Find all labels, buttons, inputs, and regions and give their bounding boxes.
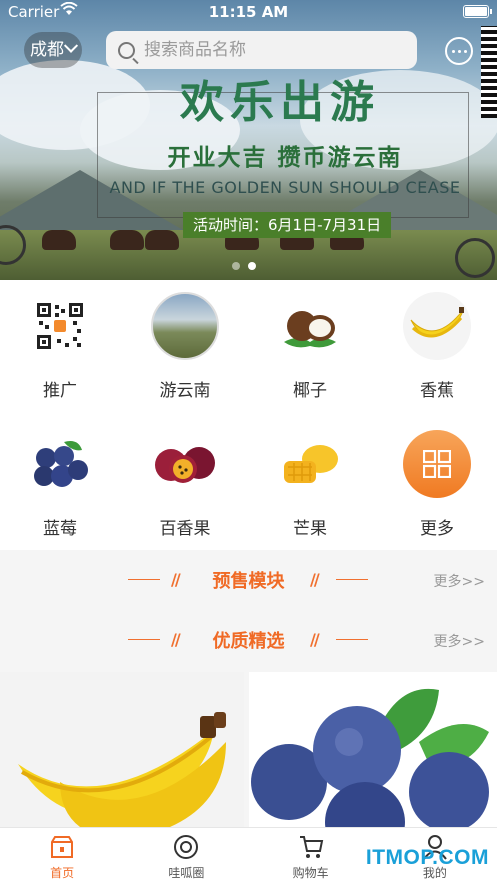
tab-label: 哇呱圈 xyxy=(168,866,205,880)
category-label: 推广 xyxy=(43,381,77,401)
banner-date-badge: 活动时间：6月1日-7月31日 xyxy=(183,212,392,238)
bicycle-wheel xyxy=(455,238,495,278)
message-icon[interactable] xyxy=(445,37,473,65)
section-title: 优质精选 xyxy=(212,631,285,652)
section-title: 预售模块 xyxy=(212,571,285,592)
yak xyxy=(110,230,144,250)
more-link[interactable]: 更多>> xyxy=(434,571,485,591)
app-screen: 欢乐出游 开业大吉 攒币游云南 AND IF THE GOLDEN SUN SH… xyxy=(0,0,497,883)
slash-decoration: // xyxy=(310,570,320,589)
circle-icon xyxy=(173,834,199,860)
section-featured: // 优质精选 // 更多>> xyxy=(0,610,497,670)
more-link[interactable]: 更多>> xyxy=(434,631,485,651)
search-input[interactable] xyxy=(144,40,404,60)
product-card-banana[interactable] xyxy=(0,672,244,827)
watermark-text: ITMOP.COM xyxy=(365,846,489,869)
section-presale: // 预售模块 // 更多>> xyxy=(0,550,497,610)
category-item-more[interactable]: 更多 xyxy=(377,430,497,539)
mango-icon xyxy=(276,430,344,498)
divider xyxy=(336,639,368,640)
shop-icon xyxy=(49,834,75,860)
pagination-dot-active[interactable] xyxy=(248,262,256,270)
tab-cart[interactable]: 购物车 xyxy=(249,828,373,883)
city-label: 成都 xyxy=(30,40,64,60)
coconut-icon xyxy=(276,292,344,360)
blueberry-icon xyxy=(26,430,94,498)
banana-icon xyxy=(403,292,471,360)
category-item-coconut[interactable]: 椰子 xyxy=(250,292,370,401)
category-item-yunnan[interactable]: 游云南 xyxy=(125,292,245,401)
grid-icon xyxy=(403,430,471,498)
category-label: 百香果 xyxy=(159,519,211,539)
slash-decoration: // xyxy=(310,630,320,649)
banner-subtitle: 开业大吉 攒币游云南 xyxy=(167,145,403,171)
tab-label: 购物车 xyxy=(292,866,329,880)
clock: 11:15 AM xyxy=(208,3,289,21)
category-item-mango[interactable]: 芒果 xyxy=(250,430,370,539)
category-label: 椰子 xyxy=(293,381,327,401)
chevron-down-icon xyxy=(63,38,79,53)
category-label: 更多 xyxy=(420,519,454,539)
yak xyxy=(145,230,179,250)
passion-fruit-icon xyxy=(151,430,219,498)
banner-headline: 欢乐出游 xyxy=(180,77,380,128)
banana-image xyxy=(18,712,226,827)
pagination-dot[interactable] xyxy=(232,262,240,270)
qr-code-icon xyxy=(26,292,94,360)
category-label: 芒果 xyxy=(293,519,327,539)
category-item-blueberry[interactable]: 蓝莓 xyxy=(0,430,120,539)
divider xyxy=(336,579,368,580)
qr-strip xyxy=(481,26,497,118)
category-item-promo[interactable]: 推广 xyxy=(0,292,120,401)
landscape-icon xyxy=(151,292,219,360)
category-item-banana[interactable]: 香蕉 xyxy=(377,292,497,401)
search-bar[interactable] xyxy=(106,31,417,69)
battery-icon xyxy=(463,5,492,18)
product-card-blueberry[interactable] xyxy=(249,672,497,827)
city-selector[interactable]: 成都 xyxy=(24,32,82,68)
tab-home[interactable]: 首页 xyxy=(0,828,124,883)
cart-icon xyxy=(298,834,324,860)
category-label: 游云南 xyxy=(159,381,211,401)
status-bar: Carrier 11:15 AM xyxy=(0,0,497,24)
category-label: 香蕉 xyxy=(420,381,454,401)
yak xyxy=(42,230,76,250)
category-item-passion-fruit[interactable]: 百香果 xyxy=(125,430,245,539)
category-grid: 推广 游云南 椰子 香蕉 蓝莓 百香果 芒果 更多 xyxy=(0,280,497,550)
banner-pagination[interactable] xyxy=(232,262,256,270)
banner-english-text: AND IF THE GOLDEN SUN SHOULD CEASE xyxy=(109,178,461,197)
category-label: 蓝莓 xyxy=(43,519,77,539)
tab-label: 首页 xyxy=(50,866,75,880)
search-icon xyxy=(118,41,135,59)
tab-circle[interactable]: 哇呱圈 xyxy=(124,828,248,883)
blueberry-image xyxy=(251,688,489,827)
